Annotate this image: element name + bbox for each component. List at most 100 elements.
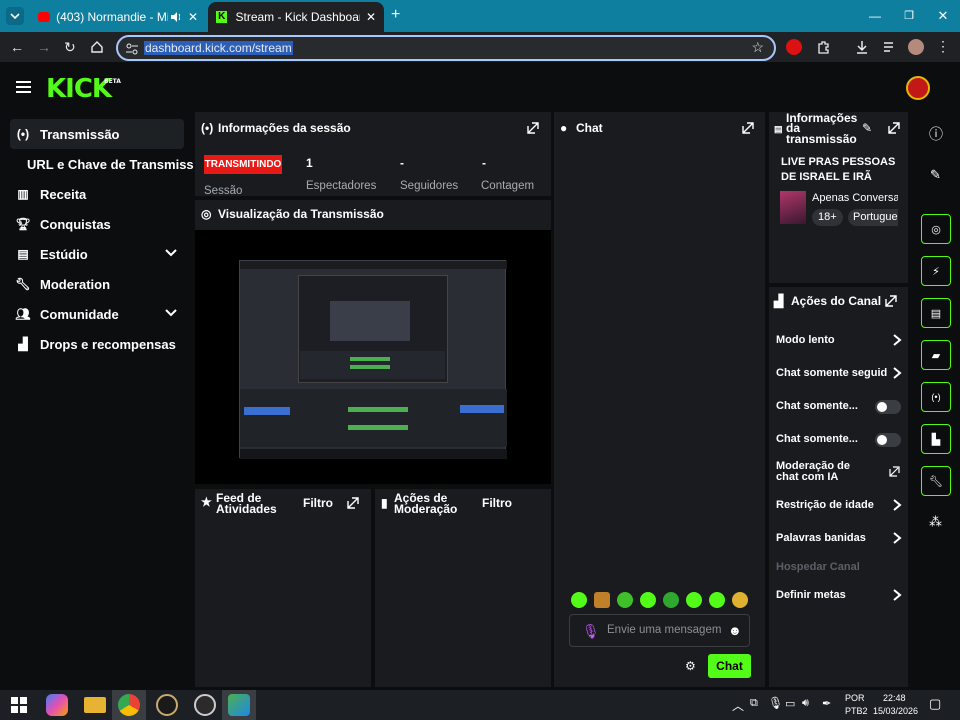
info-circle-icon[interactable]: ⓘ [929,124,943,144]
popout-icon[interactable] [885,295,897,307]
notification-icon[interactable]: ▢ [929,696,941,712]
action-banned-words[interactable]: Palavras banidas [776,532,902,546]
tab-kick-dashboard[interactable]: K Stream - Kick Dashboard ✕ [208,2,384,32]
league-icon[interactable] [156,694,178,716]
microphone-icon[interactable]: 🎙︎ [582,623,600,640]
close-icon[interactable]: ✕ [188,10,198,24]
emote-icon[interactable] [640,592,656,608]
emote-icon[interactable] [709,592,725,608]
minimize-icon[interactable]: — [858,0,892,32]
bookmark-star-icon[interactable]: ☆ [751,39,764,56]
chrome-icon[interactable] [118,694,140,716]
extensions-puzzle-icon[interactable] [816,39,832,55]
chat-settings-icon[interactable]: ⚙ [685,659,696,673]
tray-app-icon[interactable]: ⧉ [750,697,758,710]
feed-filter-button[interactable]: Filtro [303,497,333,509]
chevron-down-icon[interactable] [164,308,178,318]
chat-message-input[interactable]: 🎙︎ Envie uma mensagem ☻ [569,614,750,647]
emote-icon[interactable] [594,592,610,608]
sidebar-item-moderation[interactable]: 🔧︎ Moderation [10,269,184,299]
chevron-down-icon[interactable] [164,248,178,258]
close-icon[interactable]: ✕ [366,10,376,24]
popout-icon[interactable] [527,122,539,134]
back-icon[interactable]: ← [10,39,24,55]
sidebar-item-drops[interactable]: ▟ Drops e recompensas [10,329,184,359]
pen-icon[interactable]: ✒ [822,697,831,710]
more-apps-icon[interactable]: ⁂ [929,514,942,530]
hamburger-menu-icon[interactable] [16,80,32,94]
action-slow-mode[interactable]: Modo lento [776,334,902,348]
app-icon[interactable] [228,694,250,716]
clock-time[interactable]: 22:48 [883,693,906,703]
profile-avatar[interactable] [908,39,924,55]
keyboard-layout[interactable]: PTB2 [845,706,868,716]
emoji-icon[interactable]: ☻ [728,623,742,638]
language-indicator[interactable]: POR [845,693,865,703]
rail-preview-button[interactable]: ◎ [921,214,951,244]
rail-chat-button[interactable]: ▰ [921,340,951,370]
kick-logo[interactable]: KICK BETA [46,74,121,104]
rail-notes-button[interactable]: ▤ [921,298,951,328]
external-link-icon[interactable] [889,466,900,477]
tab-youtube[interactable]: (403) Normandie - Mission ✕ [30,2,206,32]
tab-search-button[interactable] [6,7,24,25]
network-icon[interactable]: ▭ [785,697,795,710]
chevron-right-icon [893,589,902,601]
tray-chevron-icon[interactable]: ︿ [732,697,744,714]
rail-broadcast-button[interactable]: (•) [921,382,951,412]
new-tab-button[interactable]: + [391,6,400,24]
download-icon[interactable] [854,39,870,55]
emote-icon[interactable] [617,592,633,608]
moderation-filter-button[interactable]: Filtro [482,497,512,509]
rail-lightning-button[interactable]: ⚡︎ [921,256,951,286]
action-ai-moderation[interactable]: Moderação de chat com IA [776,461,874,485]
chat-bubble-icon: ▰ [931,349,941,362]
clock-date[interactable]: 15/03/2026 [873,706,918,716]
site-settings-icon[interactable] [125,42,139,56]
stream-preview[interactable] [195,230,551,484]
action-set-goals[interactable]: Definir metas [776,589,902,603]
emotes-only-toggle[interactable] [875,433,901,447]
forward-icon[interactable]: → [37,39,51,55]
chat-send-button[interactable]: Chat [708,654,751,678]
sidebar-item-comunidade[interactable]: 👥︎ Comunidade [10,299,184,329]
emote-icon[interactable] [686,592,702,608]
action-age-restriction[interactable]: Restrição de idade [776,499,902,513]
sidebar-item-receita[interactable]: ▥ Receita [10,179,184,209]
emote-icon[interactable] [732,592,748,608]
browser-menu-icon[interactable]: ⋮ [936,38,950,55]
url-text[interactable]: dashboard.kick.com/stream [144,41,293,55]
sidebar-item-transmissao[interactable]: (•) Transmissão [10,119,184,149]
popout-icon[interactable] [742,122,754,134]
sidebar-item-estudio[interactable]: ▤ Estúdio [10,239,184,269]
popout-icon[interactable] [347,497,359,509]
volume-icon[interactable]: 🔊︎ [802,697,809,710]
emote-icon[interactable] [571,592,587,608]
windows-start-icon[interactable] [8,694,30,716]
rail-wrench-button[interactable]: 🔧︎ [921,466,951,496]
rail-moderation-button[interactable]: ▙ [921,424,951,454]
reload-icon[interactable]: ↻ [64,39,76,56]
obs-icon[interactable] [194,694,216,716]
close-window-icon[interactable]: ✕ [926,0,960,32]
sidebar-item-url-key[interactable]: URL e Chave de Transmissão [27,149,194,179]
sidebar-item-label: Conquistas [40,216,111,232]
copilot-icon[interactable] [46,694,68,716]
address-bar[interactable]: dashboard.kick.com/stream ☆ [116,35,776,61]
restore-icon[interactable]: ❐ [892,0,926,32]
subscribers-only-toggle[interactable] [875,400,901,414]
popout-icon[interactable] [888,122,900,134]
speaker-icon[interactable] [170,11,180,23]
user-avatar[interactable] [906,76,930,100]
media-control-icon[interactable] [882,39,898,55]
edit-icon[interactable]: ✎ [862,121,872,135]
pencil-icon[interactable]: ✎ [930,167,941,183]
emote-icon[interactable] [663,592,679,608]
home-icon[interactable] [90,40,104,54]
extension-icon[interactable] [786,39,802,55]
action-followers-only[interactable]: Chat somente seguid [776,367,902,381]
file-explorer-icon[interactable] [84,697,106,713]
microphone-tray-icon[interactable]: 🎙︎ [768,696,783,710]
sidebar-item-conquistas[interactable]: 🏆︎ Conquistas [10,209,184,239]
info-icon: ▤ [774,124,783,134]
